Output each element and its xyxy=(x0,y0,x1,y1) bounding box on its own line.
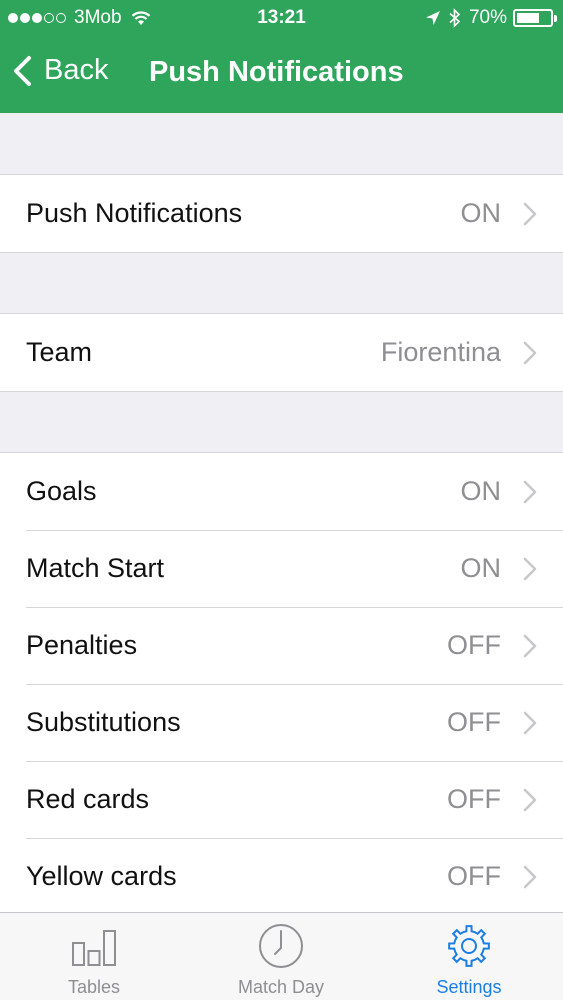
back-button[interactable]: Back xyxy=(12,54,108,87)
bluetooth-icon xyxy=(449,8,461,28)
row-value: ON xyxy=(460,198,502,228)
row-value: Fiorentina xyxy=(380,337,501,367)
chevron-right-icon xyxy=(523,711,537,735)
tab-label: Match Day xyxy=(237,977,325,997)
chevron-right-icon xyxy=(523,202,537,226)
chevron-right-icon xyxy=(523,480,537,504)
battery-icon xyxy=(513,9,557,27)
settings-row-match-start[interactable]: Match Start ON xyxy=(0,530,563,607)
row-label: Substitutions xyxy=(26,707,181,737)
settings-row-yellow-cards[interactable]: Yellow cards OFF xyxy=(0,838,563,915)
status-right: 70% xyxy=(425,7,557,29)
row-label: Push Notifications xyxy=(26,198,243,228)
settings-row-penalties[interactable]: Penalties OFF xyxy=(0,607,563,684)
back-label: Back xyxy=(44,54,109,86)
chevron-left-icon xyxy=(14,55,31,86)
bar-chart-icon xyxy=(72,930,116,966)
row-label: Team xyxy=(26,337,93,367)
page-title: Push Notifications xyxy=(149,56,404,88)
chevron-right-icon xyxy=(523,788,537,812)
team-settings-group: Team Fiorentina xyxy=(0,313,563,392)
row-value: OFF xyxy=(447,707,501,737)
chevron-right-icon xyxy=(523,634,537,658)
tab-match-day[interactable]: Match Day xyxy=(187,913,375,1000)
master-settings-group: Push Notifications ON xyxy=(0,174,563,253)
clock-icon xyxy=(259,924,303,968)
row-value: OFF xyxy=(447,784,501,814)
row-label: Red cards xyxy=(26,784,150,814)
row-label: Penalties xyxy=(26,630,138,660)
location-arrow-icon xyxy=(425,11,440,25)
tab-bar: Tables Match Day Settings xyxy=(0,912,563,1000)
chevron-right-icon xyxy=(523,557,537,581)
tab-tables[interactable]: Tables xyxy=(0,913,188,1000)
chevron-right-icon xyxy=(523,341,537,365)
gear-icon xyxy=(448,925,490,967)
tab-label: Tables xyxy=(67,977,121,997)
nav-bar: 3Mob 13:21 70% Back Push Notifications xyxy=(0,0,563,113)
row-value: ON xyxy=(460,553,502,583)
settings-row-red-cards[interactable]: Red cards OFF xyxy=(0,761,563,838)
row-value: OFF xyxy=(447,630,501,660)
tab-label: Settings xyxy=(436,977,502,997)
event-settings-group: Goals ON Match Start ON Penalties OFF Su… xyxy=(0,452,563,915)
settings-row-push-notifications[interactable]: Push Notifications ON xyxy=(0,175,563,252)
row-value: ON xyxy=(460,476,502,506)
settings-row-substitutions[interactable]: Substitutions OFF xyxy=(0,684,563,761)
row-label: Match Start xyxy=(26,553,165,583)
tab-settings[interactable]: Settings xyxy=(375,913,563,1000)
battery-percentage: 70% xyxy=(468,7,507,28)
row-label: Yellow cards xyxy=(26,861,177,891)
settings-row-goals[interactable]: Goals ON xyxy=(0,453,563,530)
chevron-right-icon xyxy=(523,865,537,889)
row-label: Goals xyxy=(26,476,97,506)
row-value: OFF xyxy=(447,861,501,891)
status-bar: 3Mob 13:21 70% xyxy=(0,0,563,36)
settings-row-team[interactable]: Team Fiorentina xyxy=(0,314,563,391)
